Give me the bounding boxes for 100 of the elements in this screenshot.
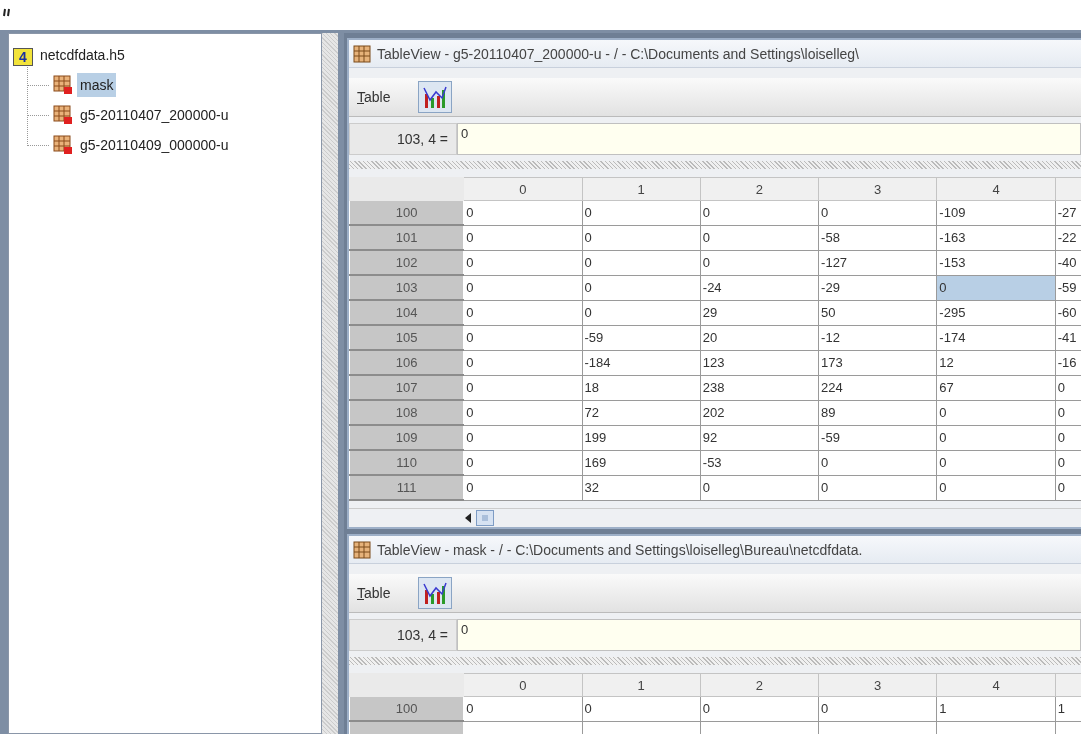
table-cell[interactable]: -153	[936, 250, 1056, 275]
table-cell[interactable]: 0	[700, 225, 819, 250]
table-cell[interactable]: 238	[700, 375, 819, 400]
table-cell[interactable]: 0	[463, 425, 582, 450]
table-cell[interactable]: 0	[463, 450, 582, 475]
table-cell[interactable]: 92	[700, 425, 819, 450]
cell-reference: 103, 4 =	[349, 123, 457, 155]
column-header: 1	[582, 177, 701, 201]
table-cell[interactable]: 0	[936, 400, 1056, 425]
table-cell[interactable]: 199	[582, 425, 701, 450]
table-cell[interactable]: 0	[818, 696, 937, 721]
table-cell[interactable]: 72	[582, 400, 701, 425]
table-cell[interactable]: 0	[463, 696, 582, 721]
table-cell[interactable]: 0	[700, 250, 819, 275]
cell-value-field[interactable]: 0	[457, 619, 1081, 651]
row-header: 107	[349, 375, 464, 400]
column-header: 0	[463, 673, 582, 697]
tree-item[interactable]: g5-20110407_200000-u	[77, 103, 232, 127]
dataset-grid-icon	[53, 105, 73, 125]
table-cell[interactable]: -12	[818, 325, 937, 350]
row-header: 109	[349, 425, 464, 450]
table-cell[interactable]: 0	[700, 200, 819, 225]
table-cell[interactable]: 0	[463, 250, 582, 275]
table-cell[interactable]: 0	[463, 200, 582, 225]
table-cell[interactable]: 0	[463, 375, 582, 400]
table-cell[interactable]: 0	[463, 325, 582, 350]
tree-item[interactable]: netcdfdata.h5	[37, 43, 128, 67]
table-cell[interactable]: 0	[582, 225, 701, 250]
table-cell[interactable]: 0	[936, 450, 1056, 475]
table-cell[interactable]: 169	[582, 450, 701, 475]
row-header: 106	[349, 350, 464, 375]
tree-item[interactable]: g5-20110409_000000-u	[77, 133, 232, 157]
menu-item[interactable]: Table	[355, 87, 393, 107]
table-cell[interactable]: 29	[700, 300, 819, 325]
column-header: 3	[818, 177, 937, 201]
table-cell[interactable]: -184	[582, 350, 701, 375]
table-cell[interactable]: 123	[700, 350, 819, 375]
table-cell[interactable]: -59	[582, 325, 701, 350]
table-cell[interactable]: 18	[582, 375, 701, 400]
row-header: 101	[349, 225, 464, 250]
table-cell[interactable]: 32	[582, 475, 701, 500]
column-header: 4	[936, 673, 1056, 697]
table-cell[interactable]: 12	[936, 350, 1056, 375]
table-cell[interactable]: 0	[463, 475, 582, 500]
table-cell[interactable]: 1	[936, 696, 1056, 721]
table-cell[interactable]: 0	[463, 225, 582, 250]
column-header: 1	[582, 673, 701, 697]
table-cell[interactable]: 0	[818, 200, 937, 225]
scroll-left-arrow-icon[interactable]	[464, 513, 472, 523]
splitter-bar[interactable]	[349, 161, 1081, 169]
table-cell[interactable]: 0	[582, 250, 701, 275]
table-cell[interactable]: 0	[463, 275, 582, 300]
dataset-grid-icon	[53, 135, 73, 155]
tree-item[interactable]: mask	[77, 73, 117, 97]
table-cell[interactable]: -24	[700, 275, 819, 300]
table-cell[interactable]: -295	[936, 300, 1056, 325]
table-cell[interactable]: -127	[818, 250, 937, 275]
row-header: 104	[349, 300, 464, 325]
table-cell[interactable]: 0	[936, 425, 1056, 450]
table-cell[interactable]: 0	[700, 475, 819, 500]
column-header: 3	[818, 673, 937, 697]
menu-item[interactable]: Table	[355, 583, 393, 603]
app-mark-icon	[3, 8, 11, 17]
cell-value-field[interactable]: 0	[457, 123, 1081, 155]
table-cell[interactable]: 50	[818, 300, 937, 325]
table-cell[interactable]: 0	[700, 696, 819, 721]
table-cell[interactable]: 0	[582, 275, 701, 300]
chart-button[interactable]	[418, 577, 453, 609]
table-cell[interactable]: -163	[936, 225, 1056, 250]
dataset-grid-icon	[53, 75, 73, 95]
table-cell[interactable]: -53	[700, 450, 819, 475]
table-cell[interactable]: -109	[936, 200, 1056, 225]
table-cell[interactable]: 0	[936, 275, 1056, 300]
table-cell[interactable]: 202	[700, 400, 819, 425]
table-cell[interactable]: 173	[818, 350, 937, 375]
table-cell[interactable]: 20	[700, 325, 819, 350]
table-cell[interactable]: 0	[936, 475, 1056, 500]
table-cell[interactable]: 224	[818, 375, 937, 400]
table-cell[interactable]: -58	[818, 225, 937, 250]
horizontal-scrollbar[interactable]	[349, 508, 1081, 527]
splitter-bar[interactable]	[349, 657, 1081, 665]
table-cell[interactable]: 0	[818, 475, 937, 500]
column-header: 4	[936, 177, 1056, 201]
table-cell[interactable]: 0	[818, 450, 937, 475]
table-cell[interactable]: -29	[818, 275, 937, 300]
table-cell[interactable]: 89	[818, 400, 937, 425]
splitter-bar[interactable]	[322, 33, 338, 734]
table-cell[interactable]: 0	[582, 696, 701, 721]
table-cell[interactable]: -174	[936, 325, 1056, 350]
table-cell[interactable]: 0	[582, 200, 701, 225]
table-cell[interactable]: 0	[463, 350, 582, 375]
file-badge: 4	[13, 47, 33, 66]
chart-button[interactable]	[418, 81, 453, 113]
table-cell[interactable]: 0	[463, 400, 582, 425]
table-cell[interactable]: 67	[936, 375, 1056, 400]
table-cell[interactable]: 0	[463, 300, 582, 325]
scrollbar-thumb[interactable]	[476, 510, 494, 526]
table-cell[interactable]: -59	[818, 425, 937, 450]
table-cell[interactable]: 0	[582, 300, 701, 325]
bar-chart-icon	[422, 580, 449, 606]
